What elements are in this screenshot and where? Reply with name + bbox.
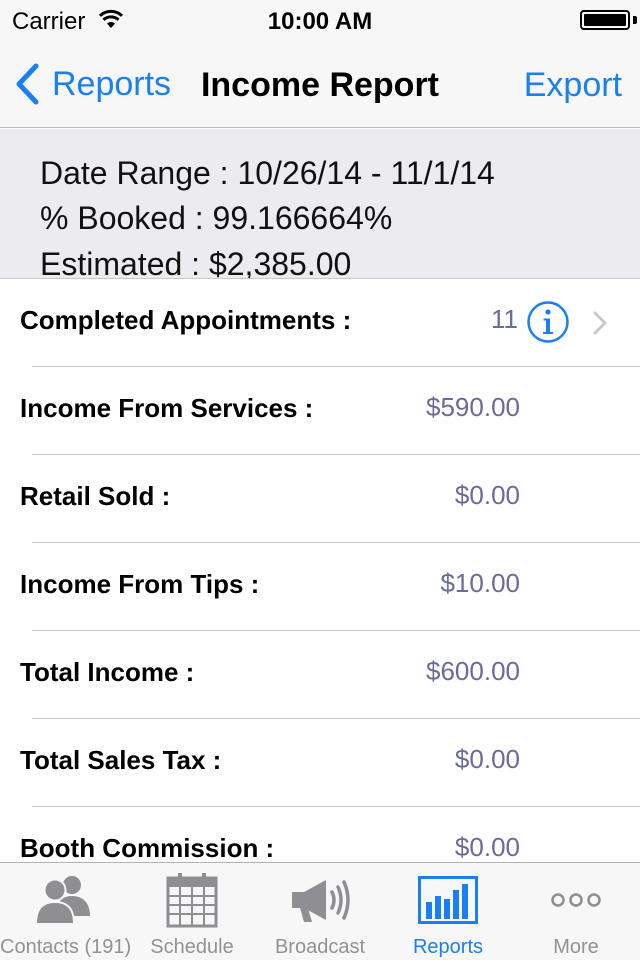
row-label: Retail Sold : [20, 481, 171, 511]
row-income-from-tips[interactable]: Income From Tips : $10.00 [0, 543, 640, 631]
export-button[interactable]: Export [524, 66, 622, 105]
back-button[interactable]: Reports [14, 62, 171, 106]
tab-label: More [553, 936, 599, 958]
row-retail-sold[interactable]: Retail Sold : $0.00 [0, 455, 640, 543]
row-total-sales-tax[interactable]: Total Sales Tax : $0.00 [0, 719, 640, 807]
tab-label: Schedule [150, 936, 234, 958]
booked-percentage-text: % Booked : 99.166664% [40, 200, 393, 236]
tab-more[interactable]: More [512, 863, 640, 960]
more-icon [544, 871, 608, 929]
row-label: Income From Services : [20, 393, 314, 423]
tab-broadcast[interactable]: Broadcast [256, 863, 384, 960]
row-label: Completed Appointments : [20, 305, 352, 335]
row-value: 11 [491, 304, 518, 334]
row-value: $0.00 [454, 744, 520, 774]
row-value: $600.00 [426, 656, 520, 686]
row-value: $10.00 [440, 568, 520, 598]
tab-label: Reports [412, 936, 484, 958]
row-income-from-services[interactable]: Income From Services : $590.00 [0, 367, 640, 455]
chevron-left-icon [16, 63, 39, 105]
row-value: $590.00 [426, 392, 520, 422]
report-table: Completed Appointments : 11 Income From … [0, 279, 640, 861]
info-icon[interactable] [526, 300, 570, 344]
status-time: 10:00 AM [267, 8, 373, 35]
battery-nub [633, 16, 637, 24]
back-button-label: Reports [52, 64, 172, 103]
bar-chart-icon [416, 871, 480, 929]
row-label: Income From Tips : [20, 569, 260, 599]
navigation-bar: Reports Income Report Export [0, 40, 640, 128]
row-label: Total Sales Tax : [20, 745, 222, 775]
tab-contacts[interactable]: Contacts (191) [0, 863, 132, 960]
tab-label: Contacts (191) [0, 936, 132, 958]
row-booth-commission[interactable]: Booth Commission : $0.00 [0, 807, 640, 861]
calendar-icon [160, 871, 224, 929]
megaphone-icon [288, 871, 352, 929]
contacts-icon [32, 871, 96, 929]
tab-reports[interactable]: Reports [384, 863, 512, 960]
row-completed-appointments[interactable]: Completed Appointments : 11 [0, 279, 640, 367]
row-value: $0.00 [454, 832, 520, 861]
row-label: Booth Commission : [20, 833, 275, 861]
tab-bar: Contacts (191) Schedule Broadcast Report… [0, 862, 640, 960]
date-range-text: Date Range : 10/26/14 - 11/1/14 [40, 155, 495, 191]
chevron-right-icon [593, 311, 607, 335]
tab-label: Broadcast [274, 936, 366, 958]
status-bar: Carrier 10:00 AM [0, 0, 640, 40]
page-title: Income Report [200, 66, 440, 104]
estimated-income-text: Estimated : $2,385.00 [40, 246, 352, 279]
row-total-income[interactable]: Total Income : $600.00 [0, 631, 640, 719]
row-value: $0.00 [454, 480, 520, 510]
row-label: Total Income : [20, 657, 195, 687]
battery-icon [580, 10, 630, 30]
report-summary: Date Range : 10/26/14 - 11/1/14 % Booked… [0, 129, 640, 279]
tab-schedule[interactable]: Schedule [128, 863, 256, 960]
